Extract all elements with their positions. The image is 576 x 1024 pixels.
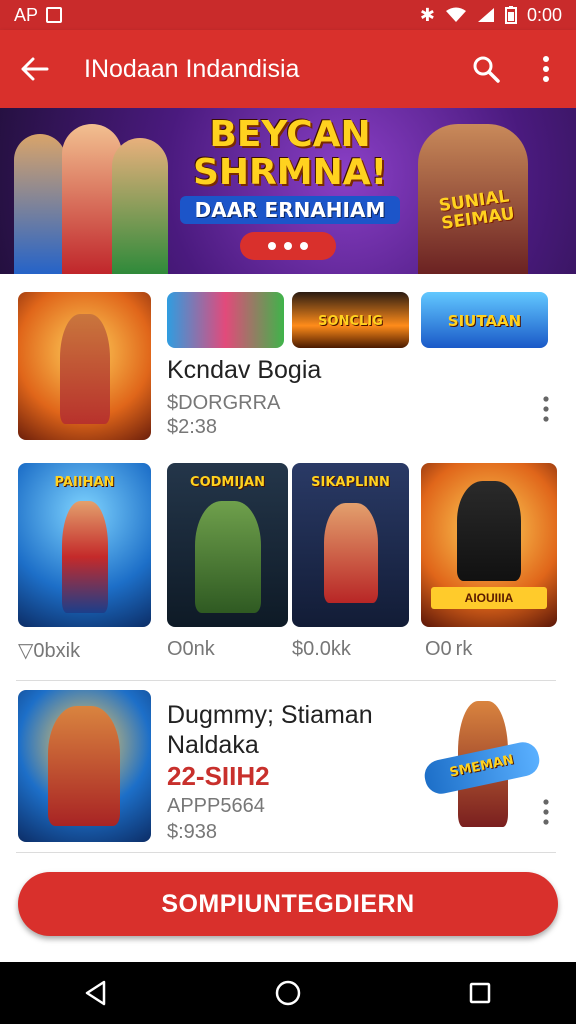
- banner-headline: BEYCAN SHRMNA! DAAR ERNAHIAM: [180, 116, 400, 224]
- app-list-item-art-tag: SMEMAN: [448, 752, 516, 781]
- game-grid: PAIIHAN CODMIJAN SIKAPLINN AIOUIIIA ▽0bx…: [0, 454, 576, 678]
- app-list-item-figure: [48, 706, 120, 826]
- more-vertical-icon: [543, 396, 549, 422]
- mini-thumb-1[interactable]: [167, 292, 284, 348]
- grid-tile-3-figure: [324, 503, 378, 603]
- wifi-icon: [445, 7, 466, 22]
- battery-icon: [504, 6, 517, 24]
- status-time: 0:00: [526, 4, 562, 25]
- app-list-item[interactable]: Dugmmy; Stiaman Naldaka 22-SIIH2 APPP566…: [0, 681, 576, 851]
- nav-home-button[interactable]: [258, 973, 318, 1013]
- grid-tile-1-tag: PAIIHAN: [54, 475, 115, 490]
- featured-more-button[interactable]: [536, 396, 556, 422]
- grid-tile-4-price: O0 rk: [425, 638, 473, 660]
- back-button[interactable]: [0, 57, 70, 81]
- grid-tile-2-figure: [195, 501, 261, 613]
- triangle-back-icon: [85, 980, 106, 1006]
- featured-app-subtitle: $DORGRRA: [167, 392, 281, 414]
- grid-tile-3[interactable]: SIKAPLINN: [292, 463, 409, 627]
- pager-dot: [300, 242, 308, 250]
- mini-thumb-3-tag: SIUTAAN: [447, 312, 522, 330]
- promo-banner[interactable]: BEYCAN SHRMNA! DAAR ERNAHIAM SUNIAL SEIM…: [0, 108, 576, 274]
- square-recents-icon: [469, 982, 491, 1004]
- banner-headline-line1: BEYCAN: [209, 114, 371, 155]
- overflow-menu-button[interactable]: [516, 55, 576, 83]
- banner-pager[interactable]: [240, 232, 336, 260]
- app-list-item-title: Dugmmy; Stiaman: [167, 701, 373, 729]
- grid-tile-2-price: O0nk: [167, 638, 215, 660]
- more-vertical-icon: [543, 799, 549, 825]
- section-divider: [16, 852, 556, 853]
- search-button[interactable]: [456, 55, 516, 83]
- grid-tile-2-tag: CODMIJAN: [190, 475, 265, 490]
- featured-app-title: Kcndav Bogia: [167, 356, 322, 384]
- bluetooth-icon: ✱: [419, 4, 435, 25]
- search-icon: [473, 56, 500, 83]
- app-bar: INodaan Indandisia: [0, 30, 576, 108]
- featured-app-price: $2:38: [167, 416, 218, 438]
- banner-hero-left-1: [14, 134, 66, 274]
- notification-icon: [46, 7, 63, 23]
- arrow-left-icon: [21, 57, 49, 81]
- app-list-item-icon[interactable]: [18, 690, 151, 842]
- pager-dot: [284, 242, 292, 250]
- app-list-item-subtitle: APPP5664: [167, 795, 265, 817]
- grid-tile-1-figure: [62, 501, 108, 613]
- app-list-item-art: SMEMAN: [420, 695, 540, 831]
- grid-tile-1-price: ▽0bxik: [18, 640, 81, 662]
- grid-tile-3-tag: SIKAPLINN: [311, 475, 390, 490]
- featured-app[interactable]: SONCLIG SIUTAAN Kcndav Bogia $DORGRRA $2…: [0, 274, 576, 454]
- pager-dot: [268, 242, 276, 250]
- grid-tile-3-price: $0.0kk: [292, 638, 351, 660]
- app-list-item-more-button[interactable]: [536, 799, 556, 825]
- mini-thumb-2[interactable]: SONCLIG: [292, 292, 409, 348]
- app-list-item-title-line2: Naldaka: [167, 731, 259, 759]
- app-list-item-tag: 22-SIIH2: [167, 761, 270, 791]
- status-bar: AP ✱ 0:00: [0, 0, 576, 30]
- grid-tile-2[interactable]: CODMIJAN: [167, 463, 288, 627]
- nav-back-button[interactable]: [66, 973, 126, 1013]
- status-app-text: AP: [14, 4, 39, 25]
- grid-tile-4[interactable]: AIOUIIIA: [421, 463, 557, 627]
- grid-tile-4-figure: [457, 481, 521, 581]
- mini-thumb-2-tag: SONCLIG: [318, 314, 383, 329]
- signal-icon: [477, 8, 494, 22]
- nav-recents-button[interactable]: [450, 973, 510, 1013]
- featured-app-icon[interactable]: [18, 292, 151, 440]
- system-nav-bar: [0, 962, 576, 1024]
- grid-tile-1[interactable]: PAIIHAN: [18, 463, 151, 627]
- banner-tagline: DAAR ERNAHIAM: [180, 196, 400, 224]
- mini-thumb-3[interactable]: SIUTAAN: [421, 292, 548, 348]
- grid-tile-4-tag: AIOUIIIA: [431, 587, 547, 609]
- banner-headline-line2: SHRMNA!: [192, 152, 387, 193]
- featured-hero-figure: [60, 314, 110, 424]
- primary-cta-button[interactable]: SOMPIUNTEGDIERN: [18, 872, 558, 936]
- banner-hero-left-3: [112, 138, 168, 274]
- circle-home-icon: [275, 980, 301, 1006]
- page-title: INodaan Indandisia: [84, 54, 300, 83]
- more-vertical-icon: [543, 56, 549, 82]
- app-list-item-price: $:938: [167, 821, 218, 843]
